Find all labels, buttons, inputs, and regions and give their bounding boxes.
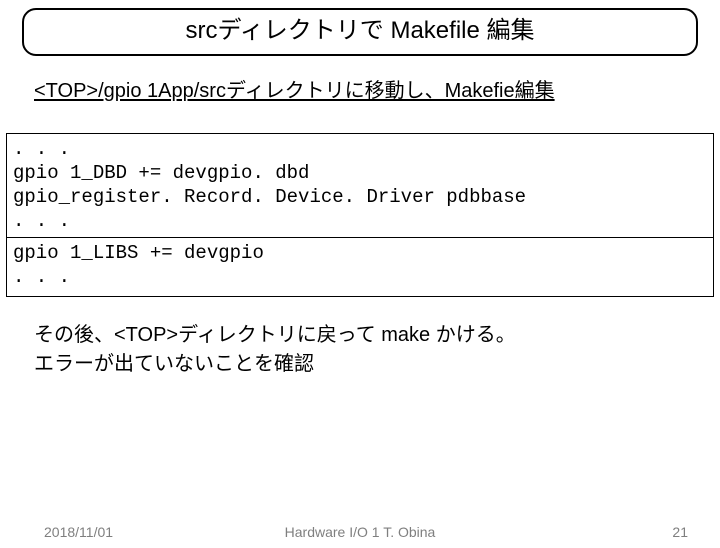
subtitle: <TOP>/gpio 1App/srcディレクトリに移動し、Makefie編集 [34, 74, 720, 103]
body-line-1: その後、<TOP>ディレクトリに戻って make かける。 [34, 321, 720, 350]
body-line-2: エラーが出ていないことを確認 [34, 350, 720, 379]
footer-page-number: 21 [672, 524, 688, 540]
footer-center: Hardware I/O 1 T. Obina [0, 524, 720, 540]
code-block-1: . . . gpio 1_DBD += devgpio. dbd gpio_re… [6, 133, 714, 238]
body-text: その後、<TOP>ディレクトリに戻って make かける。 エラーが出ていないこ… [34, 321, 720, 379]
code-block-2: gpio 1_LIBS += devgpio . . . [6, 238, 714, 297]
slide-title: srcディレクトリで Makefile 編集 [22, 8, 698, 56]
